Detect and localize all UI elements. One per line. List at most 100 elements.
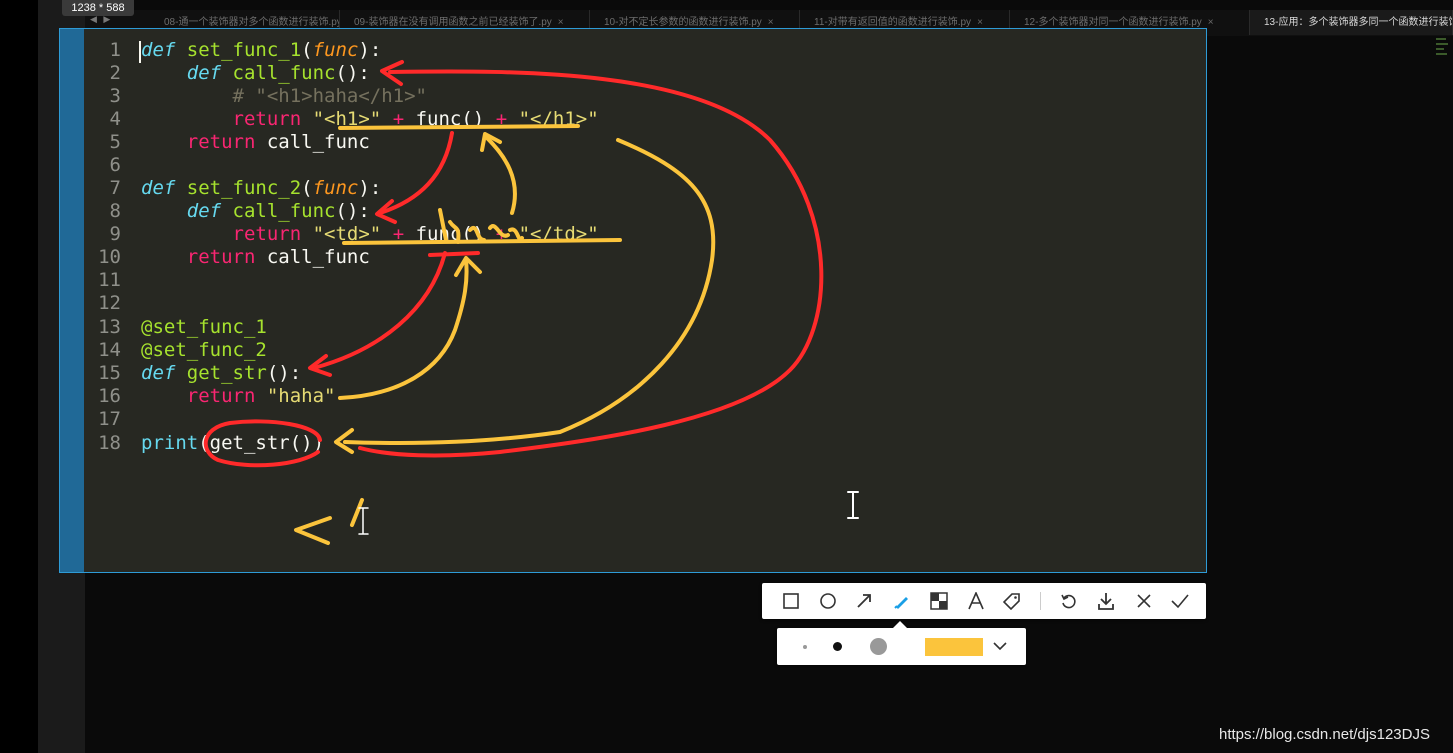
comment: # "<h1>haha</h1>" xyxy=(232,85,427,107)
line-number: 10 xyxy=(98,246,121,268)
pen-tool-icon[interactable] xyxy=(890,589,914,613)
line-number: 18 xyxy=(98,432,121,454)
line-number: 13 xyxy=(98,316,121,338)
keyword: def xyxy=(141,177,176,199)
text-tool-icon[interactable] xyxy=(964,589,988,613)
mosaic-tool-icon[interactable] xyxy=(927,589,951,613)
close-icon[interactable]: × xyxy=(768,17,774,28)
identifier: call_func xyxy=(266,131,370,153)
code-editor[interactable]: 1 2 3 4 5 6 7 8 9 10 11 12 13 14 15 16 1… xyxy=(59,28,1207,573)
code-line-18: print(get_str()) xyxy=(141,432,324,455)
line-number: 6 xyxy=(109,154,121,176)
keyword: return xyxy=(186,131,256,153)
operator: + xyxy=(392,108,405,130)
punct: ( xyxy=(301,39,313,61)
code-line-15: def get_str(): xyxy=(141,362,301,385)
close-icon[interactable]: × xyxy=(558,17,564,28)
function-name: call_func xyxy=(232,200,336,222)
identifier: call_func xyxy=(266,246,370,268)
string: "</h1>" xyxy=(518,108,599,130)
line-number: 5 xyxy=(109,131,121,153)
decorator: @set_func_2 xyxy=(141,339,267,361)
line-number: 7 xyxy=(109,177,121,199)
keyword: return xyxy=(232,223,302,245)
line-number: 15 xyxy=(98,362,121,384)
line-number: 9 xyxy=(109,223,121,245)
string: "<td>" xyxy=(312,223,382,245)
string: "</td>" xyxy=(518,223,599,245)
keyword: def xyxy=(186,62,222,84)
param: func xyxy=(312,177,359,199)
brush-options-panel xyxy=(777,621,1026,665)
rectangle-tool-icon[interactable] xyxy=(779,589,803,613)
tab-label: 11-对带有返回值的函数进行装饰.py xyxy=(814,17,972,28)
keyword: def xyxy=(141,362,176,384)
string: "<h1>" xyxy=(312,108,382,130)
line-number: 17 xyxy=(98,408,121,430)
line-number: 8 xyxy=(109,200,121,222)
arrow-tool-icon[interactable] xyxy=(852,589,876,613)
tag-tool-icon[interactable] xyxy=(1000,589,1024,613)
punct: (): xyxy=(335,200,370,222)
punct: ): xyxy=(358,39,382,61)
punct: (): xyxy=(266,362,302,384)
tab-13-active[interactable]: 13-应用：多个装饰器多同一个函数进行装饰 xyxy=(1250,10,1453,35)
tab-label: 09-装饰器在没有调用函数之前已经装饰了.py xyxy=(354,17,552,28)
punct: ): xyxy=(358,177,382,199)
code-line-10: return call_func xyxy=(141,246,370,269)
tab-label: 13-应用：多个装饰器多同一个函数进行装饰 xyxy=(1264,17,1453,28)
function-name: set_func_2 xyxy=(186,177,302,199)
annotation-toolbar xyxy=(762,583,1206,619)
call: func() xyxy=(415,223,485,245)
builtin: print xyxy=(141,432,199,454)
keyword: def xyxy=(141,39,176,61)
code-line-2: def call_func(): xyxy=(141,62,370,85)
code-line-14: @set_func_2 xyxy=(141,339,267,362)
keyword: return xyxy=(186,246,256,268)
ellipse-tool-icon[interactable] xyxy=(816,589,840,613)
code-line-16: return "haha" xyxy=(141,385,336,408)
brush-size-large[interactable] xyxy=(870,638,887,655)
tab-label: 12-多个装饰器对同一个函数进行装饰.py xyxy=(1024,17,1202,28)
confirm-check-icon[interactable] xyxy=(1168,589,1192,613)
line-number: 4 xyxy=(109,108,121,130)
minimap[interactable] xyxy=(1436,38,1450,68)
chevron-down-icon[interactable] xyxy=(990,636,1010,656)
punct: (): xyxy=(335,62,370,84)
tab-label: 10-对不定长参数的函数进行装饰.py xyxy=(604,17,762,28)
decorator: @set_func_1 xyxy=(141,316,267,338)
brush-color-swatch[interactable] xyxy=(925,638,983,656)
line-number: 3 xyxy=(109,85,121,107)
code-line-7: def set_func_2(func): xyxy=(141,177,381,200)
close-icon[interactable]: × xyxy=(1208,17,1214,28)
call: (get_str()) xyxy=(198,432,325,454)
keyword: return xyxy=(232,108,302,130)
param: func xyxy=(312,39,359,61)
line-number: 2 xyxy=(109,62,121,84)
left-edge xyxy=(0,0,38,753)
watermark: https://blog.csdn.net/djs123DJS xyxy=(1219,726,1430,743)
tab-label: 08-通一个装饰器对多个函数进行装饰.py xyxy=(164,17,340,28)
punct: ( xyxy=(301,177,313,199)
close-icon[interactable] xyxy=(1132,589,1156,613)
code-line-8: def call_func(): xyxy=(141,200,370,223)
string: "haha" xyxy=(266,385,336,407)
function-name: call_func xyxy=(232,62,336,84)
line-number: 11 xyxy=(98,269,121,291)
line-number: 12 xyxy=(98,292,121,314)
call: func() xyxy=(415,108,485,130)
function-name: get_str xyxy=(186,362,267,384)
undo-icon[interactable] xyxy=(1057,589,1081,613)
download-icon[interactable] xyxy=(1094,589,1118,613)
toolbar-divider xyxy=(1040,592,1041,610)
code-line-5: return call_func xyxy=(141,131,370,154)
code-line-4: return "<h1>" + func() + "</h1>" xyxy=(141,108,599,131)
line-number: 16 xyxy=(98,385,121,407)
code-line-1: def set_func_1(func): xyxy=(141,39,381,62)
brush-size-small[interactable] xyxy=(803,645,807,649)
close-icon[interactable]: × xyxy=(977,17,983,28)
operator: + xyxy=(495,108,508,130)
function-name: set_func_1 xyxy=(186,39,302,61)
brush-size-medium[interactable] xyxy=(833,642,842,651)
code-line-3: # "<h1>haha</h1>" xyxy=(141,85,427,108)
